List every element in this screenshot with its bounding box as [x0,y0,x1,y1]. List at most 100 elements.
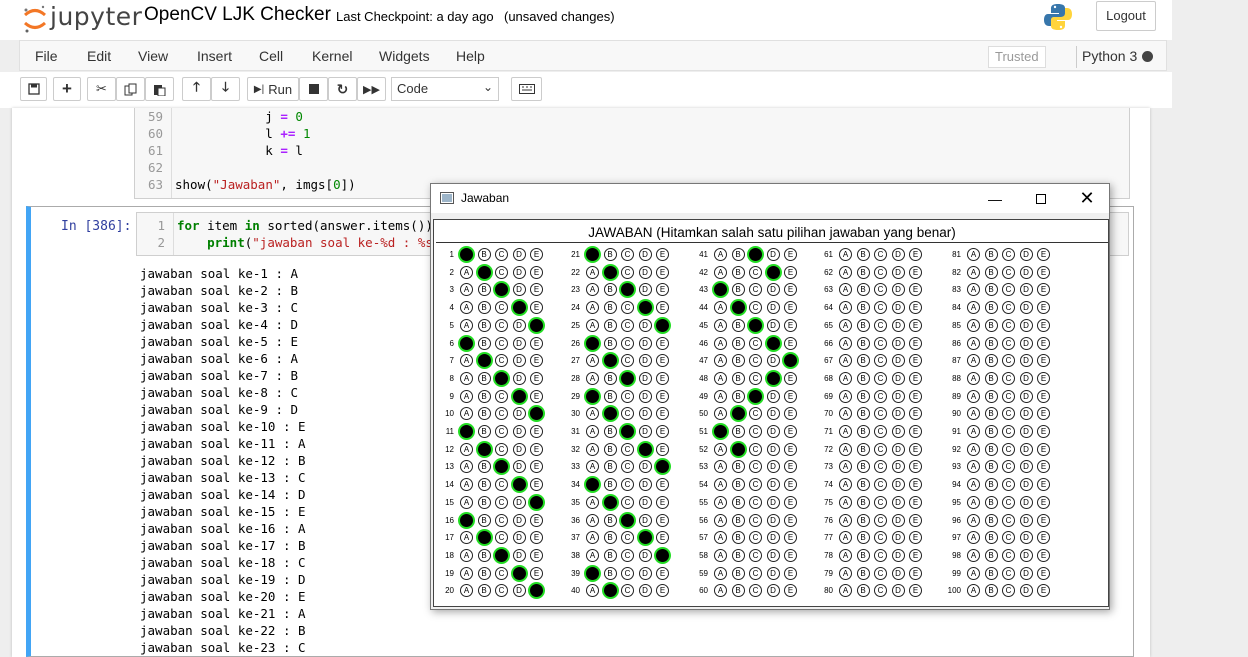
answer-bubble: E [784,566,797,580]
answer-bubble: E [784,478,797,492]
notebook-title[interactable]: OpenCV LJK Checker [144,4,331,26]
trusted-badge[interactable]: Trusted [988,46,1046,68]
code-line: show("Jawaban", imgs[0]) [175,177,356,192]
answer-bubble: C [1002,248,1015,261]
answer-bubble: C [749,531,762,545]
question-number: 38 [571,550,580,560]
answer-bubble: C [621,478,634,492]
answer-bubble: D [1019,442,1033,456]
answer-bubble: B [603,442,617,456]
answer-bubble: D [638,371,652,385]
menu-view[interactable]: View [138,48,168,64]
maximize-button[interactable] [1019,184,1063,213]
answer-bubble: B [856,442,870,456]
command-palette-button[interactable] [511,77,542,101]
filled-bubble: B [731,301,745,315]
answer-bubble: B [603,371,617,385]
restart-run-all-button[interactable]: ▶▶ [357,77,386,101]
question-number: 96 [952,515,961,525]
answer-bubble: E [784,265,797,279]
answer-bubble: C [1002,531,1015,545]
opencv-window[interactable]: Jawaban — ✕ JAWABAN (Hitamkan salah satu… [430,183,1110,610]
menu-kernel[interactable]: Kernel [312,48,352,64]
answer-bubble: A [839,371,852,385]
question-number: 30 [571,409,580,419]
answer-bubble: E [784,442,797,456]
answer-bubble: D [1019,478,1033,492]
paste-icon [154,84,166,96]
menu-insert[interactable]: Insert [197,48,232,64]
question-number: 47 [699,356,708,366]
keyboard-icon [518,84,535,94]
output-line: jawaban soal ke-10 : E [140,419,306,434]
restart-button[interactable]: ↻ [328,77,357,101]
answer-bubble: E [530,265,543,279]
answer-bubble: E [909,318,922,332]
answer-bubble: B [856,354,870,368]
answer-bubble: C [874,336,887,350]
answer-bubble: E [1037,584,1050,598]
answer-bubble: A [460,531,473,545]
window-app-icon [440,192,454,204]
answer-bubble: E [1037,371,1050,385]
answer-bubble: C [1002,478,1015,492]
minimize-button[interactable]: — [973,184,1017,213]
answer-bubble: B [984,389,998,403]
save-button[interactable] [20,77,47,101]
move-down-button[interactable]: 🡓 [211,77,240,101]
filled-bubble: C [495,548,508,562]
answer-bubble: B [603,301,617,315]
insert-cell-button[interactable]: + [53,77,81,101]
answer-bubble: E [1037,566,1050,580]
answer-bubble: C [495,336,508,350]
answer-bubble: C [621,460,634,474]
answer-bubble: B [603,318,617,332]
answer-bubble: A [839,495,852,509]
answer-bubble: D [766,584,780,598]
code-line: k = l [175,143,303,158]
answer-bubble: C [495,389,508,403]
menu-widgets[interactable]: Widgets [379,48,430,64]
answer-bubble: D [638,548,652,562]
answer-bubble: C [621,407,634,421]
run-button[interactable]: ▶| Run [247,77,299,101]
answer-bubble: B [984,460,998,474]
question-number: 20 [445,586,454,596]
answer-bubble: B [856,566,870,580]
menu-file[interactable]: File [35,48,58,64]
answer-bubble: A [839,460,852,474]
answer-bubble: B [603,336,617,350]
window-titlebar[interactable]: Jawaban — ✕ [431,184,1109,213]
answer-bubble: D [1019,301,1033,315]
menu-cell[interactable]: Cell [259,48,283,64]
answer-bubble: E [909,566,922,580]
question-number: 40 [571,586,580,596]
answer-bubble: D [891,478,905,492]
jupyter-logo[interactable]: jupyter [22,2,142,34]
question-number: 93 [952,462,961,472]
menu-edit[interactable]: Edit [87,48,111,64]
cell-type-select[interactable]: Code ⌄ [391,77,499,101]
interrupt-button[interactable] [299,77,328,101]
logout-button[interactable]: Logout [1096,1,1156,31]
kernel-name[interactable]: Python 3 [1082,48,1137,64]
filled-bubble: C [621,425,634,438]
question-number: 34 [571,480,580,490]
move-up-button[interactable]: 🡑 [182,77,211,101]
cut-button[interactable]: ✂ [87,77,116,101]
answer-bubble: C [874,531,887,545]
answer-bubble: C [874,283,887,297]
paste-button[interactable] [145,77,174,101]
menu-help[interactable]: Help [456,48,485,64]
copy-button[interactable] [116,77,145,101]
answer-bubble: A [460,566,473,580]
answer-bubble: A [839,389,852,403]
answer-bubble: B [856,478,870,492]
output-line: jawaban soal ke-20 : E [140,589,306,604]
answer-bubble: B [603,513,617,527]
answer-bubble: D [512,425,526,438]
answer-bubble: C [495,248,508,261]
question-number: 6 [449,338,454,348]
answer-bubble: C [621,566,634,580]
close-button[interactable]: ✕ [1065,184,1109,213]
